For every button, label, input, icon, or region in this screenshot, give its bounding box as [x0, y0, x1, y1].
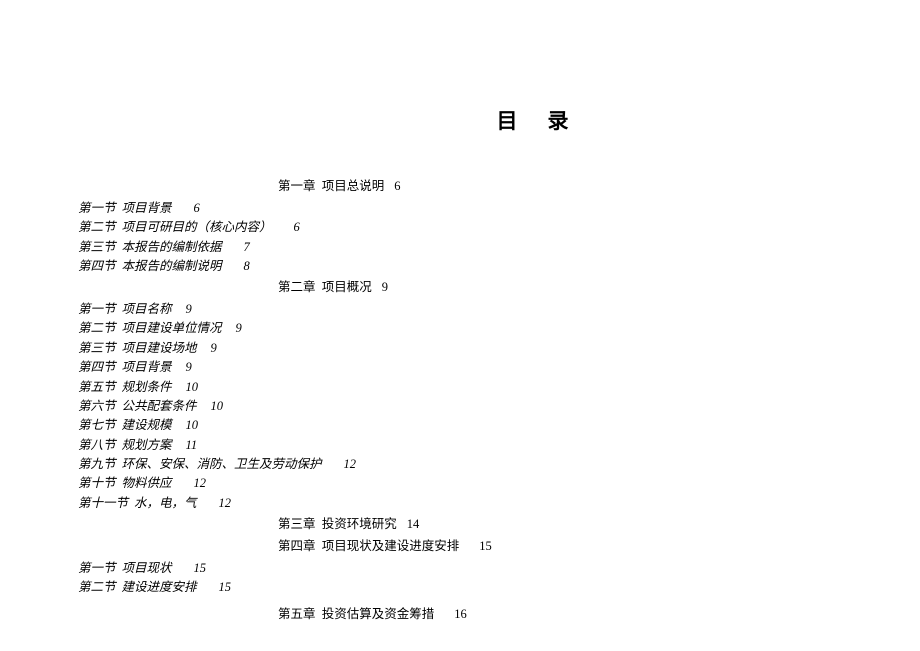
- section-label: 第四节: [78, 358, 116, 377]
- section-2-1: 第一节 项目名称 9: [78, 300, 838, 319]
- chapter-label: 第四章: [278, 539, 316, 553]
- section-2-10: 第十节 物料供应 12: [78, 474, 838, 493]
- section-page: 9: [186, 358, 192, 377]
- section-title: 项目背景: [122, 199, 172, 218]
- section-page: 12: [219, 494, 232, 513]
- chapter-2: 第二章 项目概况 9: [78, 278, 838, 297]
- section-title: 项目建设场地: [122, 339, 197, 358]
- section-2-5: 第五节 规划条件 10: [78, 378, 838, 397]
- section-1-2: 第二节 项目可研目的（核心内容） 6: [78, 218, 838, 237]
- section-1-4: 第四节 本报告的编制说明 8: [78, 257, 838, 276]
- section-2-3: 第三节 项目建设场地 9: [78, 339, 838, 358]
- section-title: 本报告的编制依据: [122, 238, 222, 257]
- section-page: 12: [194, 474, 207, 493]
- section-label: 第四节: [78, 257, 116, 276]
- section-label: 第二节: [78, 218, 116, 237]
- section-2-8: 第八节 规划方案 11: [78, 436, 838, 455]
- section-label: 第二节: [78, 319, 116, 338]
- section-label: 第一节: [78, 199, 116, 218]
- section-1-3: 第三节 本报告的编制依据 7: [78, 238, 838, 257]
- section-page: 7: [244, 238, 250, 257]
- section-title: 规划方案: [122, 436, 172, 455]
- section-2-11: 第十一节 水，电，气 12: [78, 494, 838, 513]
- section-page: 9: [186, 300, 192, 319]
- toc-content: 第一章 项目总说明 6 第一节 项目背景 6 第二节 项目可研目的（核心内容） 6…: [78, 175, 838, 627]
- section-title: 建设规模: [122, 416, 172, 435]
- document-title: 目录: [0, 105, 920, 135]
- section-page: 9: [211, 339, 217, 358]
- chapter-page: 14: [407, 517, 420, 531]
- section-title: 项目现状: [122, 559, 172, 578]
- section-title: 水，电，气: [134, 494, 197, 513]
- section-page: 15: [219, 578, 232, 597]
- section-label: 第九节: [78, 455, 116, 474]
- section-page: 6: [194, 199, 200, 218]
- chapter-title: 项目总说明: [322, 179, 385, 193]
- section-2-2: 第二节 项目建设单位情况 9: [78, 319, 838, 338]
- section-label: 第八节: [78, 436, 116, 455]
- section-label: 第十节: [78, 474, 116, 493]
- chapter-page: 16: [454, 607, 467, 621]
- section-title: 项目可研目的（核心内容）: [122, 218, 272, 237]
- section-title: 公共配套条件: [122, 397, 197, 416]
- section-label: 第五节: [78, 378, 116, 397]
- chapter-3: 第三章 投资环境研究 14: [78, 515, 838, 534]
- section-label: 第六节: [78, 397, 116, 416]
- section-page: 8: [244, 257, 250, 276]
- section-title: 本报告的编制说明: [122, 257, 222, 276]
- chapter-1: 第一章 项目总说明 6: [78, 177, 838, 196]
- section-page: 9: [236, 319, 242, 338]
- section-title: 项目名称: [122, 300, 172, 319]
- section-2-9: 第九节 环保、安保、消防、卫生及劳动保护 12: [78, 455, 838, 474]
- chapter-label: 第三章: [278, 517, 316, 531]
- chapter-4: 第四章 项目现状及建设进度安排 15: [78, 537, 838, 556]
- chapter-page: 6: [394, 179, 400, 193]
- section-page: 11: [186, 436, 198, 455]
- section-page: 12: [344, 455, 357, 474]
- chapter-title: 投资环境研究: [322, 517, 397, 531]
- chapter-title: 项目现状及建设进度安排: [322, 539, 460, 553]
- section-label: 第七节: [78, 416, 116, 435]
- section-title: 物料供应: [122, 474, 172, 493]
- section-2-7: 第七节 建设规模 10: [78, 416, 838, 435]
- chapter-title: 项目概况: [322, 280, 372, 294]
- section-page: 15: [194, 559, 207, 578]
- chapter-page: 9: [382, 280, 388, 294]
- section-1-1: 第一节 项目背景 6: [78, 199, 838, 218]
- chapter-label: 第二章: [278, 280, 316, 294]
- section-label: 第三节: [78, 238, 116, 257]
- section-title: 环保、安保、消防、卫生及劳动保护: [122, 455, 322, 474]
- chapter-label: 第五章: [278, 607, 316, 621]
- section-2-6: 第六节 公共配套条件 10: [78, 397, 838, 416]
- chapter-label: 第一章: [278, 179, 316, 193]
- section-title: 规划条件: [122, 378, 172, 397]
- section-4-2: 第二节 建设进度安排 15: [78, 578, 838, 597]
- section-label: 第三节: [78, 339, 116, 358]
- section-page: 10: [186, 378, 199, 397]
- section-label: 第十一节: [78, 494, 128, 513]
- chapter-title: 投资估算及资金筹措: [322, 607, 435, 621]
- section-page: 6: [294, 218, 300, 237]
- section-title: 建设进度安排: [122, 578, 197, 597]
- chapter-page: 15: [479, 539, 492, 553]
- chapter-5: 第五章 投资估算及资金筹措 16: [78, 605, 838, 624]
- section-title: 项目背景: [122, 358, 172, 377]
- section-page: 10: [211, 397, 224, 416]
- section-page: 10: [186, 416, 199, 435]
- section-title: 项目建设单位情况: [122, 319, 222, 338]
- section-label: 第一节: [78, 559, 116, 578]
- section-label: 第二节: [78, 578, 116, 597]
- section-4-1: 第一节 项目现状 15: [78, 559, 838, 578]
- section-label: 第一节: [78, 300, 116, 319]
- section-2-4: 第四节 项目背景 9: [78, 358, 838, 377]
